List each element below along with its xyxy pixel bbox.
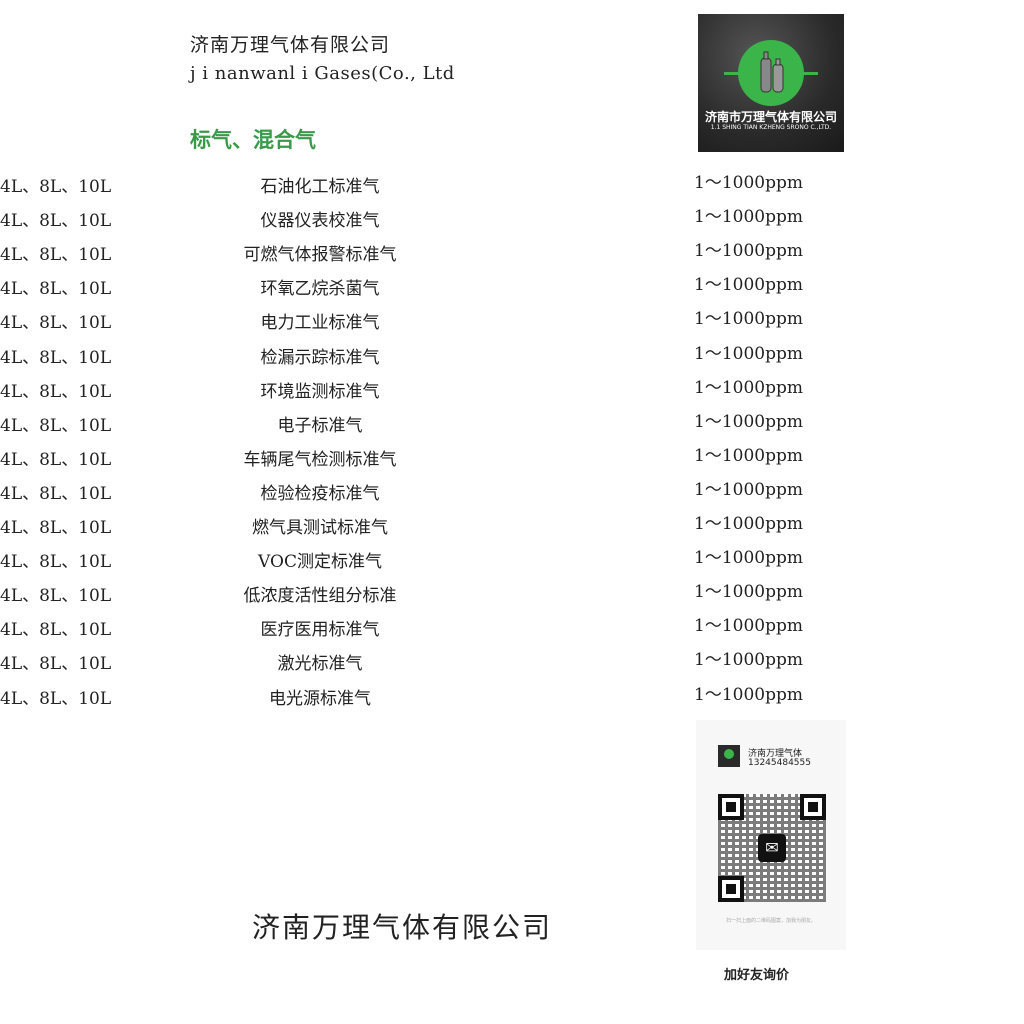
product-sizes: 4L、8L、10L — [0, 313, 112, 334]
wechat-icon: ✉ — [758, 834, 786, 862]
product-range: 1～1000ppm — [694, 411, 803, 432]
product-name: 医疗医用标准气 — [260, 620, 380, 641]
product-sizes: 4L、8L、10L — [0, 620, 112, 641]
product-name: 电子标准气 — [277, 415, 363, 436]
product-name: 低浓度活性组分标准 — [243, 586, 397, 607]
product-row: 激光标准气 4L、8L、10L 1～1000ppm — [0, 649, 1024, 679]
product-range: 1～1000ppm — [694, 650, 803, 671]
product-row: VOC测定标准气 4L、8L、10L 1～1000ppm — [0, 547, 1024, 577]
qr-tip: 扫一扫上面的二维码图案，加我为朋友。 — [725, 918, 816, 924]
footer-company-name: 济南万理气体有限公司 — [252, 911, 553, 944]
company-logo: 济南市万理气体有限公司 1.1 SHING TIAN KZHENG SRONO … — [698, 14, 844, 152]
product-row: 检验检疫标准气 4L、8L、10L 1～1000ppm — [0, 479, 1024, 509]
product-name: 激光标准气 — [277, 654, 363, 675]
product-range: 1～1000ppm — [694, 241, 803, 262]
product-sizes: 4L、8L、10L — [0, 586, 112, 607]
product-sizes: 4L、8L、10L — [0, 415, 112, 436]
qr-code-icon: ✉ — [718, 794, 826, 902]
section-title: 标气、混合气 — [190, 127, 316, 152]
product-range: 1～1000ppm — [694, 684, 803, 705]
product-row: 车辆尾气检测标准气 4L、8L、10L 1～1000ppm — [0, 445, 1024, 475]
product-sizes: 4L、8L、10L — [0, 518, 112, 538]
product-name: 石油化工标准气 — [260, 177, 380, 197]
product-sizes: 4L、8L、10L — [0, 211, 112, 232]
logo-company-en: 1.1 SHING TIAN KZHENG SRONO C.,LTD. — [710, 124, 832, 131]
company-name-en: j i nanwanl i Gases(Co., Ltd — [190, 63, 455, 84]
product-range: 1～1000ppm — [694, 445, 803, 466]
logo-company-cn: 济南市万理气体有限公司 — [704, 110, 837, 124]
product-range: 1～1000ppm — [694, 275, 803, 296]
gas-cylinder-icon — [760, 51, 784, 93]
product-row: 石油化工标准气 4L、8L、10L 1～1000ppm — [0, 172, 1024, 202]
qr-finder-top-left — [718, 794, 744, 820]
product-sizes: 4L、8L、10L — [0, 688, 112, 709]
product-sizes: 4L、8L、10L — [0, 449, 112, 470]
product-row: 电子标准气 4L、8L、10L 1～1000ppm — [0, 411, 1024, 441]
qr-finder-bottom-left — [718, 876, 744, 902]
product-name: 检漏示踪标准气 — [260, 347, 380, 368]
product-range: 1～1000ppm — [694, 582, 803, 603]
logo-circle — [738, 40, 804, 106]
product-name: 检验检疫标准气 — [260, 483, 380, 504]
product-range: 1～1000ppm — [694, 479, 803, 500]
product-row: 低浓度活性组分标准 4L、8L、10L 1～1000ppm — [0, 581, 1024, 611]
product-row: 环境监测标准气 4L、8L、10L 1～1000ppm — [0, 377, 1024, 407]
product-sizes: 4L、8L、10L — [0, 347, 112, 368]
product-range: 1～1000ppm — [694, 548, 803, 569]
product-row: 检漏示踪标准气 4L、8L、10L 1～1000ppm — [0, 343, 1024, 373]
product-row: 电力工业标准气 4L、8L、10L 1～1000ppm — [0, 308, 1024, 338]
product-row: 电光源标准气 4L、8L、10L 1～1000ppm — [0, 684, 1024, 714]
product-name: 电光源标准气 — [269, 688, 371, 709]
product-sizes: 4L、8L、10L — [0, 245, 112, 266]
product-name: 燃气具测试标准气 — [252, 518, 388, 538]
contact-card: 济南万理气体 13245484555 ✉ 扫一扫上面的二维码图案，加我为朋友。 — [696, 720, 846, 950]
product-sizes: 4L、8L、10L — [0, 552, 112, 573]
product-range: 1～1000ppm — [694, 514, 803, 534]
product-range: 1～1000ppm — [694, 309, 803, 330]
product-range: 1～1000ppm — [694, 616, 803, 637]
add-friend-label: 加好友询价 — [724, 968, 790, 983]
avatar — [718, 745, 740, 767]
product-row: 医疗医用标准气 4L、8L、10L 1～1000ppm — [0, 615, 1024, 645]
product-name: 环氧乙烷杀菌气 — [260, 279, 380, 300]
product-sizes: 4L、8L、10L — [0, 279, 112, 300]
company-name-cn: 济南万理气体有限公司 — [190, 34, 391, 56]
product-sizes: 4L、8L、10L — [0, 654, 112, 675]
product-range: 1～1000ppm — [694, 377, 803, 398]
product-row: 可燃气体报警标准气 4L、8L、10L 1～1000ppm — [0, 240, 1024, 270]
product-range: 1～1000ppm — [694, 173, 803, 193]
product-range: 1～1000ppm — [694, 207, 803, 228]
product-row: 仪器仪表校准气 4L、8L、10L 1～1000ppm — [0, 206, 1024, 236]
product-sizes: 4L、8L、10L — [0, 483, 112, 504]
product-sizes: 4L、8L、10L — [0, 381, 112, 402]
product-name: 电力工业标准气 — [260, 313, 380, 334]
product-range: 1～1000ppm — [694, 343, 803, 364]
product-name: 可燃气体报警标准气 — [243, 245, 397, 266]
product-name: VOC测定标准气 — [258, 552, 382, 573]
product-row: 燃气具测试标准气 4L、8L、10L 1～1000ppm — [0, 513, 1024, 543]
product-name: 车辆尾气检测标准气 — [243, 449, 397, 470]
product-name: 仪器仪表校准气 — [260, 211, 380, 232]
product-sizes: 4L、8L、10L — [0, 177, 112, 197]
qr-finder-top-right — [800, 794, 826, 820]
product-row: 环氧乙烷杀菌气 4L、8L、10L 1～1000ppm — [0, 274, 1024, 304]
contact-phone: 13245484555 — [748, 758, 811, 768]
product-name: 环境监测标准气 — [260, 381, 380, 402]
